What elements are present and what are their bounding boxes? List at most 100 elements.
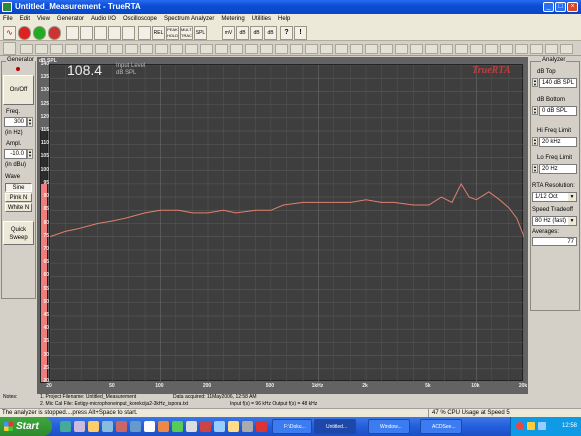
lo-freq-spinner[interactable]: ▲ ▼ bbox=[532, 164, 538, 173]
ampl-field[interactable]: -10.0 bbox=[4, 149, 27, 159]
preset-button-14[interactable] bbox=[215, 44, 228, 54]
preset-button-26[interactable] bbox=[395, 44, 408, 54]
mode-icon-5[interactable] bbox=[122, 26, 135, 40]
minimize-button[interactable]: _ bbox=[543, 2, 554, 12]
quicklaunch-icon-3[interactable] bbox=[88, 421, 99, 432]
preset-button-18[interactable] bbox=[275, 44, 288, 54]
preset-button-22[interactable] bbox=[335, 44, 348, 54]
preset-button-5[interactable] bbox=[80, 44, 93, 54]
maximize-button[interactable]: □ bbox=[555, 2, 566, 12]
rta-resolution-select[interactable]: 1/12 Oct ▼ bbox=[532, 192, 577, 202]
dropdown-arrow-icon[interactable]: ▼ bbox=[568, 217, 576, 225]
preset-button-11[interactable] bbox=[170, 44, 183, 54]
quicklaunch-icon-15[interactable] bbox=[256, 421, 267, 432]
menu-view[interactable]: View bbox=[37, 14, 50, 25]
db-button-1[interactable]: dB bbox=[236, 26, 249, 40]
menu-file[interactable]: File bbox=[3, 14, 13, 25]
preset-button-31[interactable] bbox=[470, 44, 483, 54]
wave-pink-noise-button[interactable]: Pink N bbox=[5, 193, 32, 202]
db-top-spinner[interactable]: ▲ ▼ bbox=[532, 78, 538, 87]
preset-button-3[interactable] bbox=[50, 44, 63, 54]
hi-freq-field[interactable]: 20 kHz bbox=[539, 137, 577, 147]
preset-button-8[interactable] bbox=[125, 44, 138, 54]
quicklaunch-icon-10[interactable] bbox=[186, 421, 197, 432]
freq-field[interactable]: 300 bbox=[4, 117, 27, 127]
db-top-field[interactable]: 140 dB SPL bbox=[539, 78, 577, 88]
record-icon[interactable] bbox=[18, 26, 31, 40]
mode-icon-3[interactable] bbox=[94, 26, 107, 40]
preset-button-2[interactable] bbox=[35, 44, 48, 54]
preset-button-4[interactable] bbox=[65, 44, 78, 54]
quicklaunch-icon-14[interactable] bbox=[242, 421, 253, 432]
mode-icon-2[interactable] bbox=[80, 26, 93, 40]
quicklaunch-icon-2[interactable] bbox=[74, 421, 85, 432]
preset-button-23[interactable] bbox=[350, 44, 363, 54]
run-icon[interactable] bbox=[33, 26, 46, 40]
preset-button-16[interactable] bbox=[245, 44, 258, 54]
rel-button[interactable]: REL bbox=[152, 26, 165, 40]
info-icon[interactable]: ! bbox=[294, 26, 307, 40]
truerta-app-icon[interactable] bbox=[2, 2, 12, 12]
task-truerta[interactable]: Untitled... bbox=[314, 419, 356, 434]
preset-button-30[interactable] bbox=[455, 44, 468, 54]
preset-button-25[interactable] bbox=[380, 44, 393, 54]
quicklaunch-icon-11[interactable] bbox=[200, 421, 211, 432]
preset-button-20[interactable] bbox=[305, 44, 318, 54]
preset-button-24[interactable] bbox=[365, 44, 378, 54]
menu-spectrum-analyzer[interactable]: Spectrum Analyzer bbox=[164, 14, 214, 25]
preset-button-37[interactable] bbox=[560, 44, 573, 54]
preset-button-17[interactable] bbox=[260, 44, 273, 54]
menu-metering[interactable]: Metering bbox=[221, 14, 244, 25]
trace-icon-1[interactable] bbox=[138, 26, 151, 40]
menu-help[interactable]: Help bbox=[278, 14, 290, 25]
peak-hold-button[interactable]: PEAK HOLD bbox=[166, 26, 179, 40]
preset-button-13[interactable] bbox=[200, 44, 213, 54]
quicklaunch-icon-13[interactable] bbox=[228, 421, 239, 432]
tray-icon-2[interactable] bbox=[527, 422, 535, 430]
db-bottom-field[interactable]: 0 dB SPL bbox=[539, 106, 577, 116]
tray-icon-1[interactable] bbox=[516, 422, 524, 430]
preset-button-1[interactable] bbox=[20, 44, 33, 54]
mode-icon-1[interactable] bbox=[66, 26, 79, 40]
preset-button-33[interactable] bbox=[500, 44, 513, 54]
task-explorer[interactable]: F:\Doku... bbox=[272, 419, 312, 434]
lo-freq-field[interactable]: 20 Hz bbox=[539, 164, 577, 174]
speaker-icon[interactable] bbox=[538, 422, 546, 430]
menu-generator[interactable]: Generator bbox=[57, 14, 84, 25]
preset-button-6[interactable] bbox=[95, 44, 108, 54]
quicklaunch-icon-4[interactable] bbox=[102, 421, 113, 432]
preset-button-28[interactable] bbox=[425, 44, 438, 54]
menu-utilities[interactable]: Utilities bbox=[252, 14, 271, 25]
preset-button-35[interactable] bbox=[530, 44, 543, 54]
quicklaunch-icon-12[interactable] bbox=[214, 421, 225, 432]
on-off-button[interactable]: On/Off bbox=[3, 75, 34, 105]
quicklaunch-icon-6[interactable] bbox=[130, 421, 141, 432]
ampl-spinner[interactable]: ▲ ▼ bbox=[27, 149, 33, 159]
close-button[interactable]: × bbox=[567, 2, 578, 12]
preset-button-19[interactable] bbox=[290, 44, 303, 54]
db-button-3[interactable]: dB bbox=[264, 26, 277, 40]
preset-button-29[interactable] bbox=[440, 44, 453, 54]
preset-button-7[interactable] bbox=[110, 44, 123, 54]
preset-button-12[interactable] bbox=[185, 44, 198, 54]
sine-wave-icon[interactable]: ∿ bbox=[3, 26, 16, 40]
freq-spinner[interactable]: ▲ ▼ bbox=[27, 117, 33, 127]
preset-button-10[interactable] bbox=[155, 44, 168, 54]
help-icon[interactable]: ? bbox=[280, 26, 293, 40]
task-window[interactable]: Window... bbox=[368, 419, 410, 434]
quicklaunch-icon-9[interactable] bbox=[172, 421, 183, 432]
wave-white-noise-button[interactable]: White N bbox=[5, 203, 32, 212]
db-bottom-spinner[interactable]: ▲ ▼ bbox=[532, 106, 538, 115]
preset-button-15[interactable] bbox=[230, 44, 243, 54]
mv-button[interactable]: mV bbox=[222, 26, 235, 40]
menu-edit[interactable]: Edit bbox=[20, 14, 30, 25]
task-acdsee[interactable]: ACDSee... bbox=[420, 419, 462, 434]
preset-button-34[interactable] bbox=[515, 44, 528, 54]
mode-icon-4[interactable] bbox=[108, 26, 121, 40]
wave-sine-button[interactable]: Sine bbox=[5, 183, 32, 192]
preset-button-32[interactable] bbox=[485, 44, 498, 54]
view-mode-icon[interactable] bbox=[3, 42, 16, 55]
multi-trace-button[interactable]: MULTI TRACE bbox=[180, 26, 193, 40]
quicklaunch-icon-8[interactable] bbox=[158, 421, 169, 432]
dropdown-arrow-icon[interactable]: ▼ bbox=[568, 193, 576, 201]
